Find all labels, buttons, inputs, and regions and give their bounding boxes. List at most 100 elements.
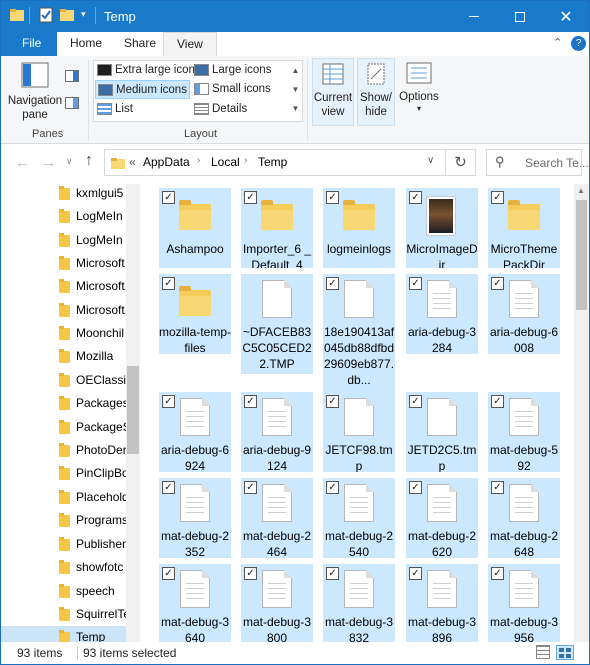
tab-share[interactable]: Share: [111, 32, 170, 56]
nav-item[interactable]: Microsoft: [1, 275, 126, 298]
file-tile[interactable]: ✓ mat-debug-2620: [406, 478, 478, 558]
nav-item[interactable]: Mozilla: [1, 345, 126, 368]
file-tile[interactable]: ✓ Ashampoo: [159, 188, 231, 268]
content-scroll-thumb[interactable]: [576, 200, 587, 310]
forward-arrow-icon[interactable]: →: [41, 154, 56, 171]
nav-scroll-thumb[interactable]: [127, 366, 139, 454]
checkbox[interactable]: ✓: [409, 277, 422, 290]
up-arrow-icon[interactable]: ↑: [85, 152, 93, 170]
nav-item[interactable]: showfotc: [1, 556, 126, 579]
checkbox[interactable]: ✓: [326, 277, 339, 290]
file-tile[interactable]: ✓ aria-debug-3284: [406, 274, 478, 354]
checkbox[interactable]: ✓: [162, 567, 175, 580]
nav-item[interactable]: Packages: [1, 392, 126, 415]
nav-item[interactable]: Moonchil: [1, 322, 126, 345]
show-hide-button[interactable]: Show/ hide: [357, 58, 395, 126]
layout-list[interactable]: List: [95, 100, 133, 119]
nav-item[interactable]: Publisher: [1, 533, 126, 556]
checkbox[interactable]: ✓: [162, 481, 175, 494]
file-tile[interactable]: ✓ Importer_6 _Default_4: [241, 188, 313, 268]
checkbox[interactable]: ✓: [326, 481, 339, 494]
search-box[interactable]: ⚲ Search Te...: [486, 149, 589, 176]
checkbox[interactable]: ✓: [491, 277, 504, 290]
checkbox[interactable]: ✓: [491, 191, 504, 204]
file-tile[interactable]: ✓ mat-debug-3896: [406, 564, 478, 642]
chevron-right-icon[interactable]: ›: [244, 155, 247, 166]
nav-item[interactable]: Programs: [1, 509, 126, 532]
crumb-local[interactable]: Local: [211, 155, 240, 169]
layout-extra-large-icons[interactable]: Extra large icons: [95, 61, 201, 80]
checkbox[interactable]: ✓: [491, 395, 504, 408]
file-tile[interactable]: ✓ mat-debug-3832: [323, 564, 395, 642]
layout-medium-icons[interactable]: Medium icons: [95, 80, 190, 99]
layout-details[interactable]: Details: [192, 100, 247, 119]
checkbox[interactable]: ✓: [244, 567, 257, 580]
minimize-button[interactable]: [451, 1, 497, 32]
help-icon[interactable]: ?: [571, 36, 586, 51]
file-tile[interactable]: ✓ JETD2C5.tmp: [406, 392, 478, 472]
nav-item[interactable]: OEClassic: [1, 369, 126, 392]
file-tile[interactable]: ✓ 18e190413af045db88dfbd29609eb877.db...: [323, 274, 395, 392]
scroll-up-icon[interactable]: ▲: [577, 186, 585, 195]
file-tile[interactable]: ✓ mat-debug-592: [488, 392, 560, 472]
content-scrollbar[interactable]: ▲: [574, 184, 589, 642]
nav-item[interactable]: PackageS: [1, 416, 126, 439]
tab-view[interactable]: View: [163, 32, 217, 56]
new-folder-icon[interactable]: [59, 7, 75, 23]
quick-access-dropdown-icon[interactable]: ▾: [81, 9, 86, 20]
checkbox[interactable]: ✓: [409, 395, 422, 408]
maximize-button[interactable]: [497, 1, 543, 32]
nav-item-selected[interactable]: Temp: [1, 626, 126, 642]
checkbox[interactable]: ✓: [244, 191, 257, 204]
checkbox[interactable]: ✓: [162, 395, 175, 408]
nav-item[interactable]: LogMeIn: [1, 229, 126, 252]
file-tile[interactable]: ✓ JETCF98.tmp: [323, 392, 395, 472]
tab-home[interactable]: Home: [57, 32, 116, 56]
checkbox[interactable]: ✓: [326, 567, 339, 580]
chevron-right-icon[interactable]: ›: [197, 155, 200, 166]
file-tile[interactable]: ✓ MicroThemePackDir: [488, 188, 560, 268]
layout-large-icons[interactable]: Large icons: [192, 61, 271, 80]
recent-locations-icon[interactable]: ∨: [66, 156, 73, 167]
nav-item[interactable]: Microsoft: [1, 299, 126, 322]
checkbox[interactable]: ✓: [326, 191, 339, 204]
nav-item[interactable]: kxmlgui5: [1, 184, 126, 205]
properties-icon[interactable]: [38, 7, 54, 23]
options-button[interactable]: Options ▾: [397, 58, 441, 126]
file-tile[interactable]: ~DFACEB83C5C05CED22.TMP: [241, 274, 313, 374]
checkbox[interactable]: ✓: [409, 567, 422, 580]
file-tile[interactable]: ✓ mat-debug-2352: [159, 478, 231, 558]
nav-item[interactable]: SquirrelTe: [1, 603, 126, 626]
checkbox[interactable]: ✓: [244, 395, 257, 408]
checkbox[interactable]: ✓: [491, 567, 504, 580]
address-bar[interactable]: « AppData › Local › Temp ∨: [104, 149, 446, 176]
nav-item[interactable]: speech: [1, 580, 126, 603]
file-tile[interactable]: ✓ mozilla-temp-files: [159, 274, 231, 354]
checkbox[interactable]: ✓: [244, 481, 257, 494]
navigation-pane-button[interactable]: Navigation pane: [7, 60, 63, 126]
close-button[interactable]: ✕: [543, 1, 589, 32]
file-tile[interactable]: ✓ aria-debug-6924: [159, 392, 231, 472]
file-tile[interactable]: ✓ mat-debug-3640: [159, 564, 231, 642]
crumb-appdata[interactable]: AppData: [143, 155, 190, 169]
search-input[interactable]: Search Te...: [525, 156, 589, 170]
nav-item[interactable]: Microsoft: [1, 252, 126, 275]
crumb-temp[interactable]: Temp: [258, 155, 287, 169]
layout-small-icons[interactable]: Small icons: [192, 80, 271, 99]
file-tile[interactable]: ✓ MicroImageDir: [406, 188, 478, 268]
tab-file[interactable]: File: [9, 32, 54, 56]
file-tile[interactable]: ✓ mat-debug-3956: [488, 564, 560, 642]
details-pane-icon[interactable]: [65, 97, 79, 109]
nav-item[interactable]: PhotoDer: [1, 439, 126, 462]
address-overflow[interactable]: «: [129, 155, 136, 169]
file-tile[interactable]: ✓ aria-debug-9124: [241, 392, 313, 472]
checkbox[interactable]: ✓: [409, 481, 422, 494]
checkbox[interactable]: ✓: [491, 481, 504, 494]
address-dropdown-icon[interactable]: ∨: [427, 155, 434, 166]
file-tile[interactable]: ✓ aria-debug-6008: [488, 274, 560, 354]
checkbox[interactable]: ✓: [162, 277, 175, 290]
details-view-icon[interactable]: [536, 645, 550, 659]
checkbox[interactable]: ✓: [409, 191, 422, 204]
nav-scrollbar[interactable]: [126, 184, 140, 642]
checkbox[interactable]: ✓: [162, 191, 175, 204]
